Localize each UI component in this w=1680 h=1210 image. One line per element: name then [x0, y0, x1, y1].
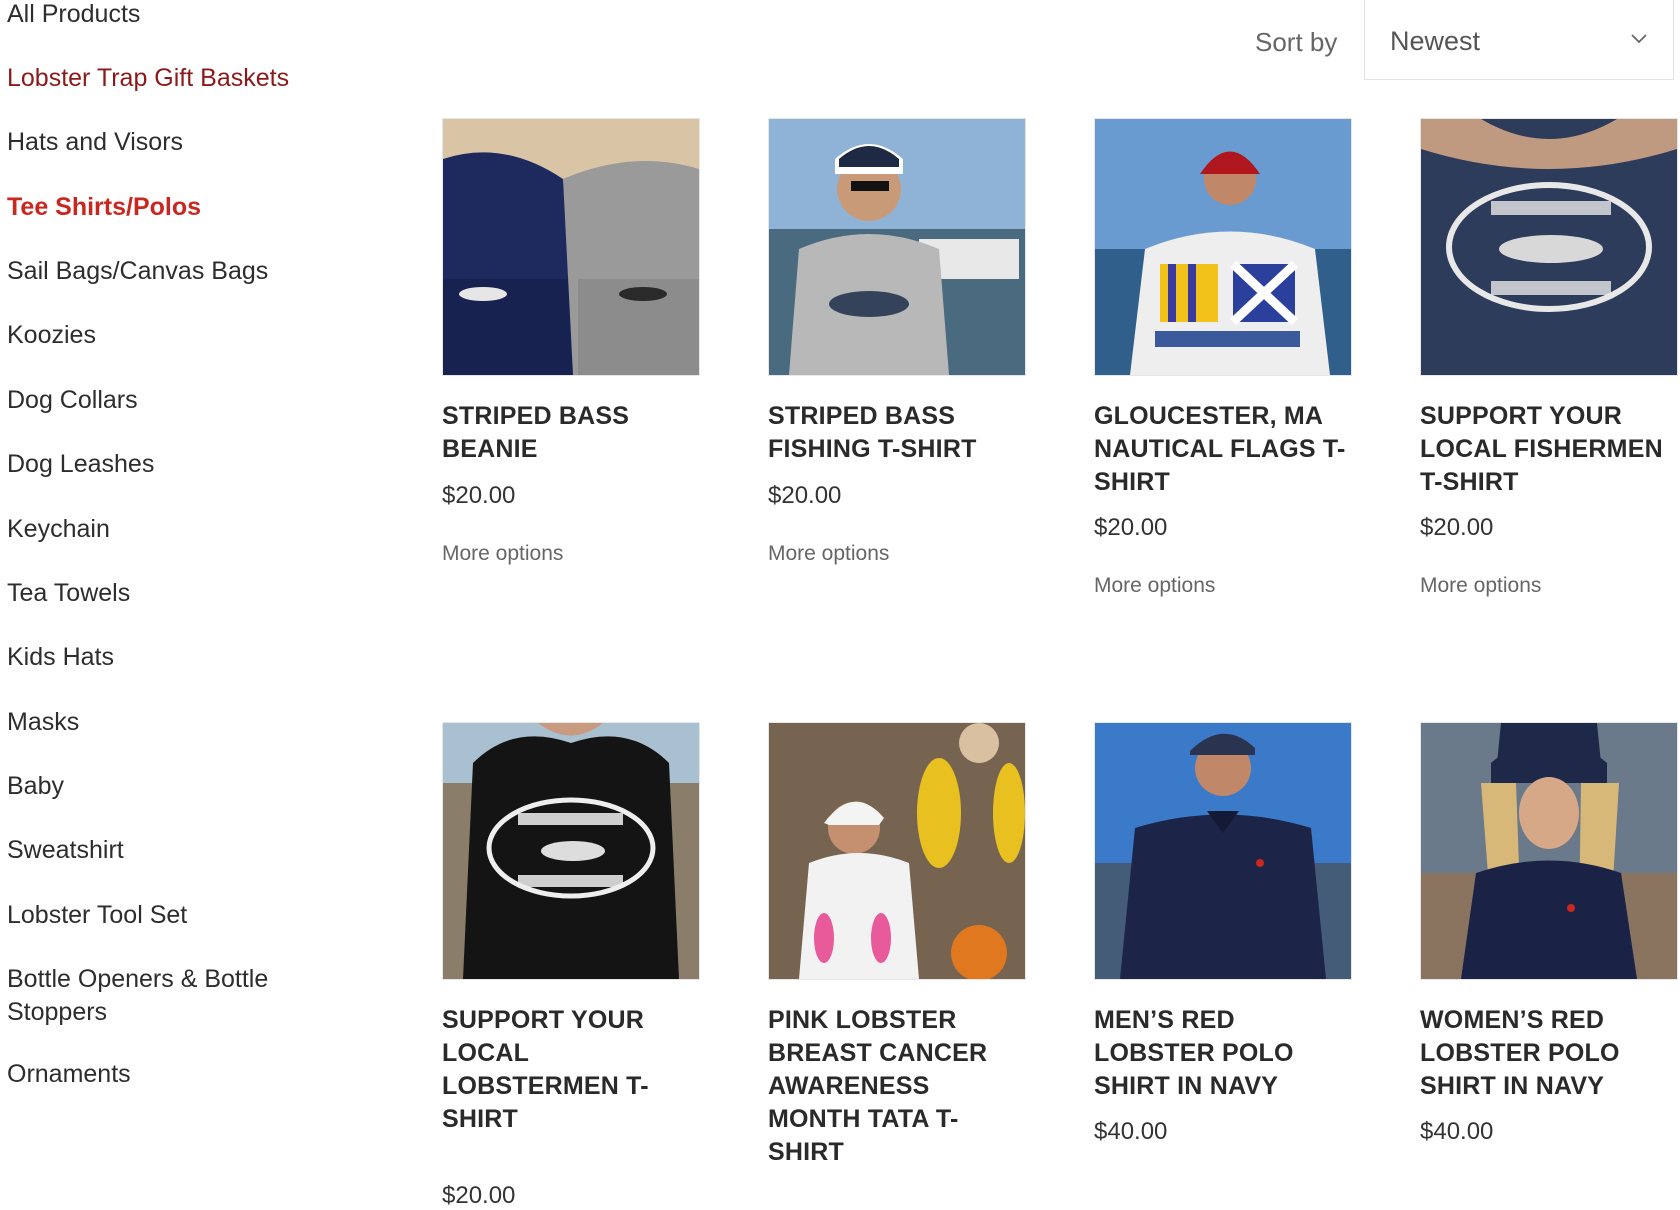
- product-image[interactable]: [1094, 722, 1352, 980]
- category-lobster-trap-gift-baskets[interactable]: Lobster Trap Gift Baskets: [7, 62, 327, 95]
- chevron-down-icon: [1631, 34, 1647, 44]
- product-title[interactable]: SUPPORT YOUR LOCAL FISHERMEN T-SHIRT: [1420, 400, 1680, 499]
- product-title[interactable]: STRIPED BASS BEANIE: [442, 400, 702, 466]
- product-price: $20.00: [768, 482, 842, 509]
- category-lobster-tool-set[interactable]: Lobster Tool Set: [7, 899, 327, 932]
- category-hats-and-visors[interactable]: Hats and Visors: [7, 126, 327, 159]
- product-title[interactable]: GLOUCESTER, MA NAUTICAL FLAGS T-SHIRT: [1094, 400, 1354, 499]
- product-price: $40.00: [1094, 1118, 1168, 1145]
- category-kids-hats[interactable]: Kids Hats: [7, 641, 327, 674]
- category-dog-collars[interactable]: Dog Collars: [7, 384, 327, 417]
- more-options-link[interactable]: More options: [1094, 574, 1215, 598]
- product-title[interactable]: MEN’S RED LOBSTER POLO SHIRT IN NAVY: [1094, 1004, 1354, 1103]
- sort-dropdown[interactable]: Newest: [1364, 0, 1674, 80]
- product-image[interactable]: [442, 118, 700, 376]
- more-options-link[interactable]: More options: [1420, 574, 1541, 598]
- sort-selected-value: Newest: [1390, 26, 1481, 56]
- product-price: $20.00: [442, 482, 516, 509]
- category-koozies[interactable]: Koozies: [7, 319, 327, 352]
- product-title[interactable]: WOMEN’S RED LOBSTER POLO SHIRT IN NAVY: [1420, 1004, 1680, 1103]
- category-dog-leashes[interactable]: Dog Leashes: [7, 448, 327, 481]
- product-price: $20.00: [442, 1182, 516, 1209]
- category-baby[interactable]: Baby: [7, 770, 327, 803]
- product-image[interactable]: [1094, 118, 1352, 376]
- product-price: $40.00: [1420, 1118, 1494, 1145]
- category-tea-towels[interactable]: Tea Towels: [7, 577, 327, 610]
- product-price: $20.00: [1094, 514, 1168, 541]
- category-sail-bags[interactable]: Sail Bags/Canvas Bags: [7, 255, 327, 288]
- category-keychain[interactable]: Keychain: [7, 513, 327, 546]
- product-image[interactable]: [1420, 722, 1678, 980]
- product-title[interactable]: STRIPED BASS FISHING T-SHIRT: [768, 400, 1028, 466]
- product-price: $20.00: [1420, 514, 1494, 541]
- product-image[interactable]: [768, 118, 1026, 376]
- category-tee-shirts-polos[interactable]: Tee Shirts/Polos: [7, 191, 327, 224]
- sort-label: Sort by: [1255, 27, 1338, 57]
- category-masks[interactable]: Masks: [7, 706, 327, 739]
- more-options-link[interactable]: More options: [442, 542, 563, 566]
- product-image[interactable]: [768, 722, 1026, 980]
- category-bottle-openers[interactable]: Bottle Openers & Bottle Stoppers: [7, 963, 307, 1029]
- product-image[interactable]: [1420, 118, 1678, 376]
- product-title[interactable]: PINK LOBSTER BREAST CANCER AWARENESS MON…: [768, 1004, 1028, 1169]
- category-all-products[interactable]: All Products: [7, 0, 327, 31]
- product-title[interactable]: SUPPORT YOUR LOCAL LOBSTERMEN T-SHIRT: [442, 1004, 702, 1136]
- more-options-link[interactable]: More options: [768, 542, 889, 566]
- category-ornaments[interactable]: Ornaments: [7, 1058, 327, 1091]
- product-image[interactable]: [442, 722, 700, 980]
- category-sweatshirt[interactable]: Sweatshirt: [7, 834, 327, 867]
